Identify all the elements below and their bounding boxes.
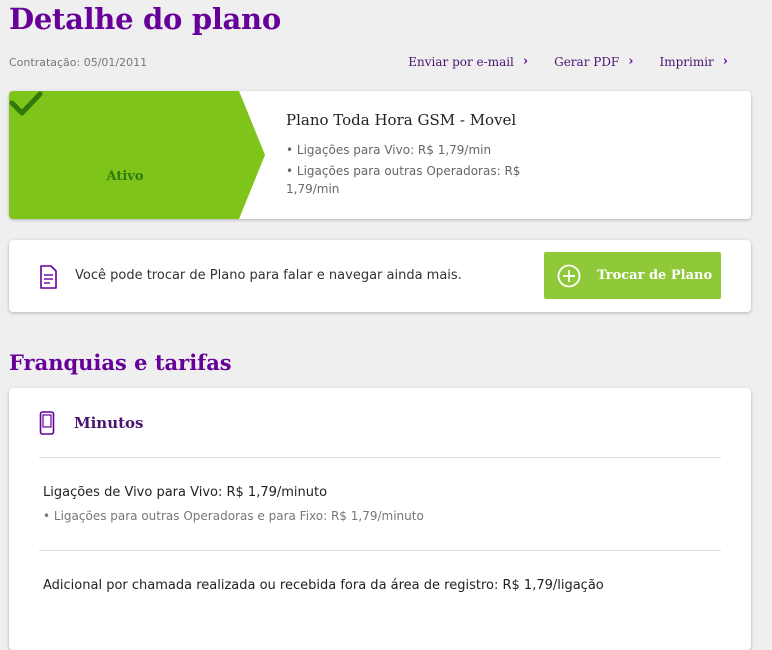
chevron-right-icon: › — [722, 54, 728, 69]
divider — [39, 457, 721, 458]
document-icon — [40, 265, 57, 289]
change-plan-button-label: Trocar de Plano — [597, 268, 713, 283]
section-title: Franquias e tarifas — [9, 350, 232, 375]
sub-rate: • Ligações para outras Operadoras e para… — [43, 509, 424, 523]
print-label: Imprimir — [659, 54, 714, 69]
plan-status-label: Ativo — [106, 169, 144, 184]
generate-pdf-link[interactable]: Gerar PDF › — [554, 54, 633, 69]
plan-name: Plano Toda Hora GSM - Movel — [286, 111, 517, 129]
print-link[interactable]: Imprimir › — [659, 54, 728, 69]
page-title: Detalhe do plano — [9, 2, 281, 36]
minutes-title: Minutos — [74, 414, 144, 432]
checkmark-icon — [9, 91, 43, 116]
plan-feature-item: • Ligações para Vivo: R$ 1,79/min — [286, 143, 492, 157]
generate-pdf-label: Gerar PDF — [554, 54, 620, 69]
divider — [39, 550, 721, 551]
franchise-card: Minutos Ligações de Vivo para Vivo: R$ 1… — [9, 388, 751, 650]
send-email-link[interactable]: Enviar por e-mail › — [408, 54, 528, 69]
main-rate: Ligações de Vivo para Vivo: R$ 1,79/minu… — [43, 485, 328, 500]
extra-charge: Adicional por chamada realizada ou receb… — [43, 578, 604, 593]
plan-status-panel: Ativo — [9, 91, 265, 219]
page-actions: Enviar por e-mail › Gerar PDF › Imprimir… — [408, 54, 728, 69]
plus-circle-icon — [557, 264, 581, 287]
chevron-right-icon: › — [522, 54, 529, 69]
plan-feature-item: • Ligações para outras Operadoras: R$ 1,… — [286, 164, 521, 196]
change-plan-button[interactable]: Trocar de Plano — [544, 252, 721, 299]
send-email-label: Enviar por e-mail — [408, 54, 514, 69]
phone-icon — [39, 411, 55, 435]
contract-date: Contratação: 05/01/2011 — [9, 56, 148, 69]
change-plan-message: Você pode trocar de Plano para falar e n… — [75, 268, 462, 283]
plan-card: Ativo Plano Toda Hora GSM - Movel • Liga… — [9, 91, 751, 219]
change-plan-card: Você pode trocar de Plano para falar e n… — [9, 240, 751, 312]
chevron-right-icon: › — [628, 54, 634, 69]
status-panel-shape — [9, 91, 265, 219]
plan-features: • Ligações para Vivo: R$ 1,79/min • Liga… — [286, 141, 536, 201]
